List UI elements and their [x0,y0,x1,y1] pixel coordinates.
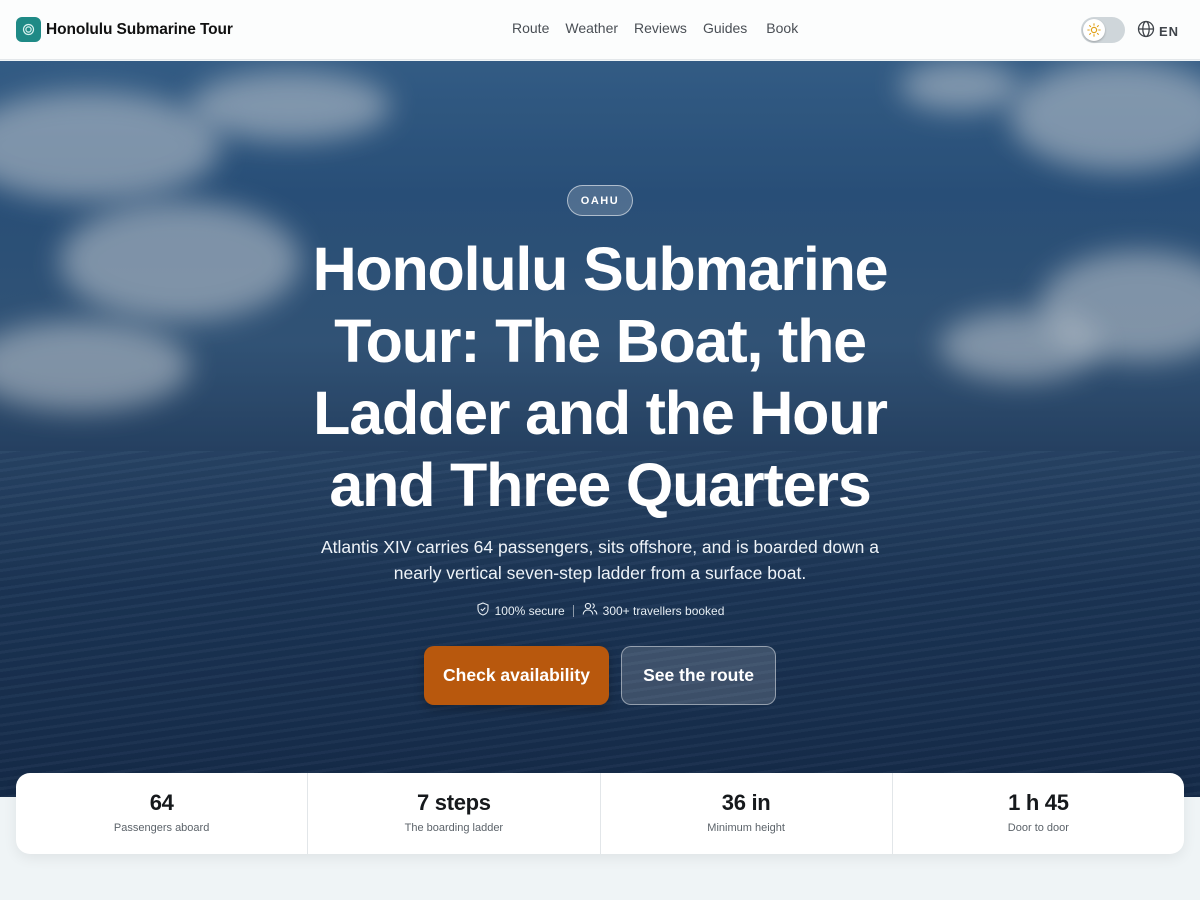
check-availability-button[interactable]: Check availability [424,646,609,705]
spiral-icon [16,17,41,42]
stat-value: 7 steps [417,790,491,815]
stat-min-height: 36 in Minimum height [601,773,893,854]
nav-reviews[interactable]: Reviews [634,20,687,36]
hero-subtitle: Atlantis XIV carries 64 passengers, sits… [320,537,880,583]
nav-weather[interactable]: Weather [565,20,618,36]
language-selector[interactable]: EN [1137,20,1179,43]
stat-passengers: 64 Passengers aboard [16,773,309,854]
stat-label: The boarding ladder [404,822,504,834]
hero: OAHU Honolulu Submarine Tour: The Boat, … [0,61,1200,797]
stat-label: Door to door [1007,822,1069,834]
shield-check-icon [476,602,490,619]
stat-label: Minimum height [707,822,785,834]
globe-icon [1137,20,1155,43]
stat-duration: 1 h 45 Door to door [893,773,1184,854]
stat-value: 36 in [721,790,771,815]
brand-name: Honolulu Submarine Tour [46,20,233,38]
stat-label: Passengers aboard [113,822,210,834]
stats-bar: 64 Passengers aboard 7 steps The boardin… [16,773,1184,854]
stat-ladder: 7 steps The boarding ladder [308,773,601,854]
language-label: EN [1159,24,1180,39]
main-nav: Route Weather Reviews Guides Book [512,20,814,36]
brand[interactable]: Honolulu Submarine Tour [16,17,233,42]
see-route-button[interactable]: See the route [621,646,776,705]
page-title: Honolulu Submarine Tour: The Boat, the L… [312,235,889,519]
nav-route[interactable]: Route [512,20,549,36]
divider [572,604,574,617]
stat-value: 64 [149,790,174,815]
trust-badges: 100% secure 300+ travellers booked [0,602,1200,619]
stat-value: 1 h 45 [1008,790,1069,815]
top-bar: Honolulu Submarine Tour Route Weather Re… [0,0,1200,60]
nav-book[interactable]: Book [766,20,798,36]
nav-guides[interactable]: Guides [703,20,747,36]
theme-toggle[interactable] [1081,17,1125,43]
users-icon [582,602,598,619]
sun-icon [1083,19,1105,41]
trust-item-secure: 100% secure [476,602,565,619]
trust-item-booked: 300+ travellers booked [582,602,724,619]
location-tag: OAHU [567,185,633,216]
